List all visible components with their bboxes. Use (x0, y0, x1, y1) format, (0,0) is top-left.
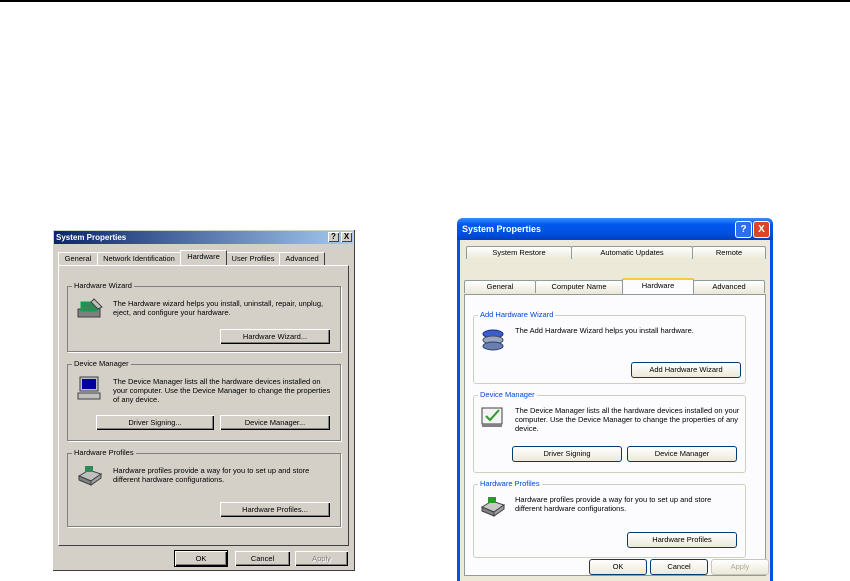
apply-button[interactable]: Apply (711, 559, 769, 575)
dialog-title: System Properties (54, 231, 353, 244)
hardware-tab-panel: Hardware Wizard The Hardware wizard help… (58, 265, 349, 546)
group-label: Hardware Profiles (478, 479, 542, 488)
tab-system-restore[interactable]: System Restore (466, 246, 572, 259)
group-label: Device Manager (478, 390, 537, 399)
group-label: Device Manager (72, 359, 131, 368)
device-manager-description: The Device Manager lists all the hardwar… (113, 377, 331, 404)
device-manager-description: The Device Manager lists all the hardwar… (515, 406, 740, 433)
cancel-button[interactable]: Cancel (650, 559, 708, 575)
apply-button[interactable]: Apply (295, 551, 348, 566)
hardware-profiles-button[interactable]: Hardware Profiles... (220, 502, 330, 517)
tab-automatic-updates[interactable]: Automatic Updates (571, 246, 693, 259)
tab-computer-name[interactable]: Computer Name (535, 280, 623, 293)
help-button[interactable]: ? (328, 232, 339, 242)
ok-button[interactable]: OK (174, 550, 228, 567)
group-label: Hardware Wizard (72, 281, 134, 290)
hardware-wizard-button[interactable]: Hardware Wizard... (220, 329, 330, 344)
tab-general[interactable]: General (58, 252, 98, 265)
device-manager-button[interactable]: Device Manager... (220, 415, 330, 430)
tab-hardware[interactable]: Hardware (622, 278, 694, 294)
dialog-title: System Properties (457, 218, 773, 240)
hardware-wizard-description: The Hardware wizard helps you install, u… (113, 299, 324, 317)
hardware-profiles-group: Hardware Profiles Hardware profiles prov… (473, 479, 746, 558)
hardware-profiles-icon (77, 466, 103, 486)
tab-network-identification[interactable]: Network Identification (97, 252, 181, 265)
hardware-profiles-icon (480, 497, 506, 517)
system-properties-dialog-xp: System Properties ? X System Restore Aut… (457, 218, 773, 581)
driver-signing-button[interactable]: Driver Signing... (96, 415, 214, 430)
close-button[interactable]: X (341, 232, 352, 242)
device-manager-icon (481, 407, 503, 427)
tab-remote[interactable]: Remote (692, 246, 766, 259)
hardware-profiles-description: Hardware profiles provide a way for you … (113, 466, 310, 484)
hardware-profiles-button[interactable]: Hardware Profiles (627, 532, 737, 548)
cancel-button[interactable]: Cancel (235, 551, 290, 566)
driver-signing-button[interactable]: Driver Signing (512, 446, 622, 462)
add-hardware-wizard-button[interactable]: Add Hardware Wizard (631, 362, 741, 378)
hardware-wizard-icon (77, 298, 103, 318)
hardware-profiles-group: Hardware Profiles Hardware profiles prov… (67, 448, 341, 527)
group-label: Hardware Profiles (72, 448, 136, 457)
device-manager-button[interactable]: Device Manager (627, 446, 737, 462)
help-button[interactable]: ? (735, 221, 752, 238)
hardware-wizard-group: Hardware Wizard The Hardware wizard help… (67, 281, 341, 352)
dialog-body: System Restore Automatic Updates Remote … (460, 240, 770, 581)
hardware-profiles-description: Hardware profiles provide a way for you … (515, 495, 712, 513)
hardware-tab-panel: Add Hardware Wizard The Add Hardware Wiz… (464, 294, 766, 576)
group-label: Add Hardware Wizard (478, 310, 556, 319)
add-hardware-icon (482, 329, 504, 351)
device-manager-group: Device Manager The Device Manager lists … (473, 390, 746, 473)
add-hardware-wizard-group: Add Hardware Wizard The Add Hardware Wiz… (473, 310, 746, 384)
close-button[interactable]: X (753, 221, 770, 238)
tab-advanced[interactable]: Advanced (693, 280, 765, 293)
ok-button[interactable]: OK (589, 559, 647, 575)
tab-advanced[interactable]: Advanced (279, 252, 325, 265)
system-properties-dialog-w2k: System Properties ? X General Network Id… (52, 229, 355, 571)
tab-user-profiles[interactable]: User Profiles (226, 252, 280, 265)
tab-hardware[interactable]: Hardware (180, 250, 227, 265)
computer-icon (77, 376, 101, 400)
tab-general[interactable]: General (464, 280, 536, 293)
page-top-rule (0, 0, 850, 2)
device-manager-group: Device Manager The Device Manager lists … (67, 359, 341, 441)
add-hardware-description: The Add Hardware Wizard helps you instal… (515, 326, 694, 335)
